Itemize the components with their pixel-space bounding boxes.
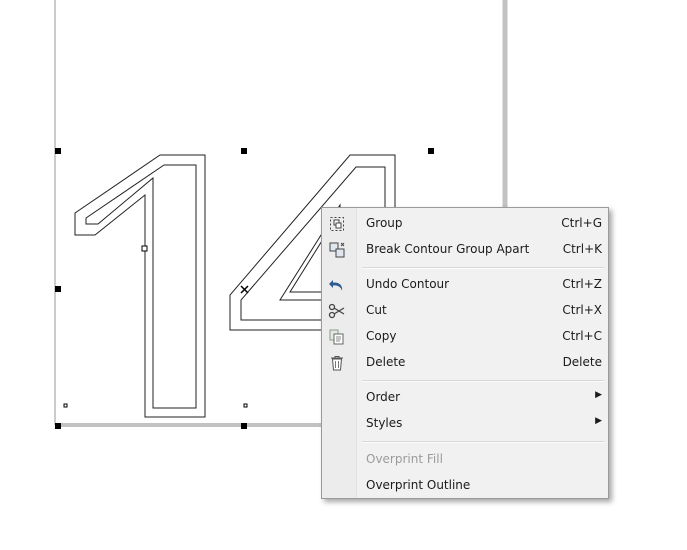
menu-item-label: Order (366, 390, 401, 404)
submenu-arrow-icon: ▶ (595, 416, 602, 426)
menu-item-shortcut: Ctrl+G (561, 216, 602, 230)
scissors-icon (328, 302, 346, 320)
menu-item-overprint-outline[interactable]: Overprint Outline (322, 474, 608, 498)
menu-item-delete[interactable]: Delete Delete (322, 351, 608, 375)
submenu-arrow-icon: ▶ (595, 390, 602, 400)
menu-item-label: Cut (366, 303, 387, 317)
menu-item-styles[interactable]: Styles ▶ (322, 412, 608, 436)
node-markers[interactable] (63, 245, 248, 408)
menu-item-cut[interactable]: Cut Ctrl+X (322, 299, 608, 323)
center-marker-icon[interactable] (240, 285, 249, 294)
menu-item-label: Undo Contour (366, 277, 450, 291)
handle-top-left (55, 148, 61, 154)
menu-item-shortcut: Ctrl+X (562, 303, 602, 317)
menu-separator (362, 267, 604, 269)
handle-top-center (241, 148, 247, 154)
menu-item-break-contour-group-apart[interactable]: Break Contour Group Apart Ctrl+K (322, 238, 608, 262)
menu-item-order[interactable]: Order ▶ (322, 386, 608, 410)
menu-item-label: Delete (366, 355, 406, 369)
menu-item-shortcut: Ctrl+Z (562, 277, 602, 291)
torn-paper-edge (0, 515, 687, 550)
menu-item-overprint-fill: Overprint Fill (322, 448, 608, 472)
handle-top-right (428, 148, 434, 154)
menu-item-label: Copy (366, 329, 397, 343)
handle-middle-left (55, 286, 61, 292)
menu-item-shortcut: Ctrl+C (562, 329, 602, 343)
menu-item-label: Overprint Fill (366, 452, 443, 466)
menu-item-undo-contour[interactable]: Undo Contour Ctrl+Z (322, 273, 608, 297)
menu-item-label: Group (366, 216, 403, 230)
menu-item-copy[interactable]: Copy Ctrl+C (322, 325, 608, 349)
menu-item-label: Overprint Outline (366, 478, 471, 492)
menu-item-group[interactable]: Group Ctrl+G (322, 212, 608, 236)
break-apart-icon (328, 241, 346, 259)
handle-bottom-left (55, 423, 61, 429)
menu-separator (362, 380, 604, 382)
undo-icon (328, 276, 346, 294)
copy-icon (328, 328, 346, 346)
menu-item-label: Styles (366, 416, 403, 430)
trash-icon (328, 354, 346, 372)
menu-item-shortcut: Ctrl+K (562, 242, 602, 256)
menu-separator (362, 441, 604, 443)
context-menu: Group Ctrl+G Break Contour Group Apart C… (321, 207, 609, 499)
group-icon (328, 215, 346, 233)
menu-item-label: Break Contour Group Apart (366, 242, 530, 256)
menu-item-shortcut: Delete (562, 355, 602, 369)
digit-one-contour[interactable] (74, 154, 206, 418)
handle-bottom-center (241, 423, 247, 429)
